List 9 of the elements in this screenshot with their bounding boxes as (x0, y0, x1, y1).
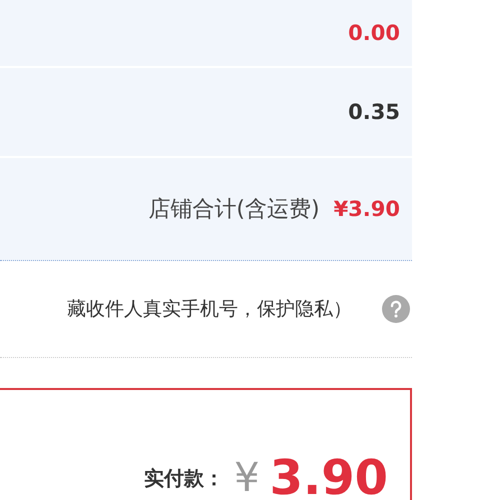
currency-symbol: ¥ (234, 455, 260, 500)
fee-value: 0.35 (348, 100, 400, 124)
store-total-label: 店铺合计(含运费) (148, 196, 320, 224)
payment-label: 实付款： (144, 464, 224, 492)
payment-amount: 3.90 (270, 450, 388, 500)
privacy-note: 藏收件人真实手机号，保护隐私） (67, 297, 352, 322)
fee-value: 0.00 (348, 21, 400, 45)
help-icon[interactable] (382, 295, 410, 323)
store-total-amount: ¥3.90 (334, 197, 400, 221)
